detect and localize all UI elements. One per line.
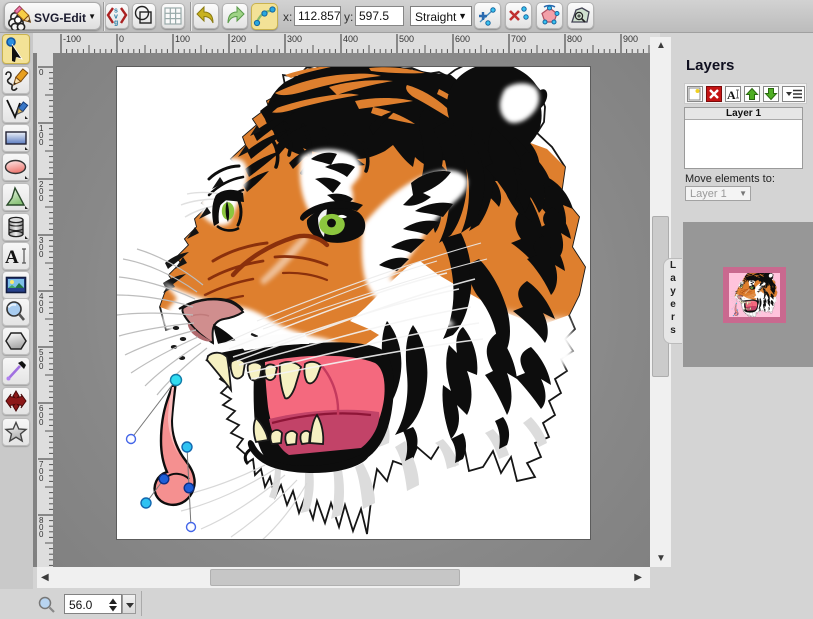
svg-text:800: 800 [567,34,582,44]
svg-text:500: 500 [399,34,414,44]
svg-text:100: 100 [175,34,190,44]
svg-text:0: 0 [39,194,44,203]
svg-text:-100: -100 [63,34,81,44]
svg-text:A: A [5,247,19,268]
svg-text:g: g [114,20,118,27]
svg-text:0: 0 [39,306,44,315]
svg-text:900: 900 [623,34,638,44]
svg-text:300: 300 [287,34,302,44]
svg-text:0: 0 [39,474,44,483]
svg-text:0: 0 [39,250,44,259]
svg-text:0: 0 [39,68,44,77]
svg-text:0: 0 [39,418,44,427]
svg-text:700: 700 [511,34,526,44]
svg-text:0: 0 [119,34,124,44]
svg-text:0: 0 [39,362,44,371]
svg-text:600: 600 [455,34,470,44]
svg-text:400: 400 [343,34,358,44]
svg-text:A: A [727,88,736,101]
svg-text:200: 200 [231,34,246,44]
svg-text:0: 0 [39,138,44,147]
svg-text:0: 0 [39,530,44,539]
